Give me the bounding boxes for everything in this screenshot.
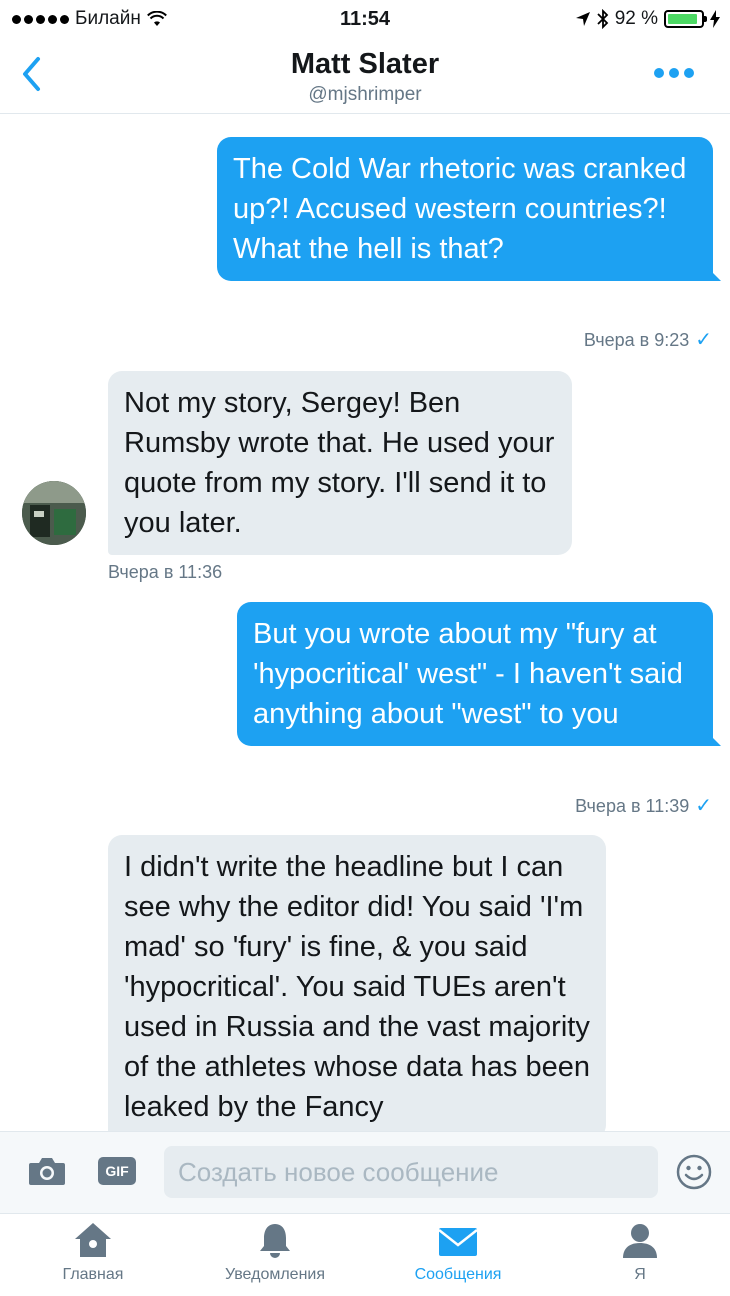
message-timestamp: Вчера в 11:39 ✓ (575, 793, 712, 818)
message-list[interactable]: The Cold War rhetoric was cranked up?! A… (0, 115, 730, 1131)
charging-bolt-icon (710, 10, 720, 28)
avatar[interactable] (22, 481, 86, 545)
location-arrow-icon (575, 12, 590, 26)
bluetooth-icon (597, 9, 608, 29)
message-bubble-incoming[interactable]: Not my story, Sergey! Ben Rumsby wrote t… (108, 371, 572, 555)
message-timestamp: Вчера в 9:23 ✓ (584, 327, 712, 352)
tab-label: Уведомления (224, 1266, 326, 1283)
status-bar: Билайн 11:54 92 % (0, 0, 730, 40)
read-check-icon: ✓ (695, 795, 712, 817)
message-timestamp: Вчера в 11:36 (108, 562, 223, 582)
tab-label: Главная (62, 1266, 124, 1283)
message-bubble-incoming[interactable]: I didn't write the headline but I can se… (108, 835, 606, 1131)
read-check-icon: ✓ (695, 329, 712, 351)
status-right-group: 92 % (575, 8, 720, 30)
camera-icon[interactable] (28, 1156, 66, 1186)
contact-name: Matt Slater (290, 48, 440, 80)
tab-label: Сообщения (414, 1266, 502, 1283)
battery-icon (664, 10, 707, 28)
battery-percent: 92 % (614, 8, 658, 29)
more-dots-icon (654, 68, 664, 78)
message-bubble-outgoing[interactable]: But you wrote about my "fury at 'hypocri… (237, 602, 721, 746)
tab-messages[interactable]: Сообщения (367, 1220, 549, 1294)
tab-label: Я (634, 1266, 646, 1283)
envelope-icon (438, 1228, 478, 1256)
message-input[interactable] (164, 1146, 658, 1198)
message-bubble-outgoing[interactable]: The Cold War rhetoric was cranked up?! A… (217, 137, 721, 281)
home-icon (75, 1223, 111, 1257)
person-icon (623, 1224, 657, 1258)
tab-notifications[interactable]: Уведомления (184, 1220, 366, 1294)
message-composer: GIF (0, 1131, 730, 1213)
timestamp-text: Вчера в 9:23 (583, 330, 690, 350)
contact-handle: @mjshrimper (308, 84, 422, 105)
conversation-header: Matt Slater @mjshrimper (0, 40, 730, 114)
emoji-icon[interactable] (676, 1154, 712, 1190)
avatar-image (22, 481, 86, 545)
tab-me[interactable]: Я (549, 1220, 730, 1294)
bell-icon (260, 1224, 290, 1258)
timestamp-text: Вчера в 11:39 (575, 796, 690, 816)
tab-bar: Главная Уведомления Сообщения Я (0, 1213, 730, 1296)
gif-button[interactable]: GIF (98, 1157, 136, 1185)
tab-home[interactable]: Главная (2, 1220, 184, 1294)
more-options-button[interactable] (654, 68, 694, 78)
